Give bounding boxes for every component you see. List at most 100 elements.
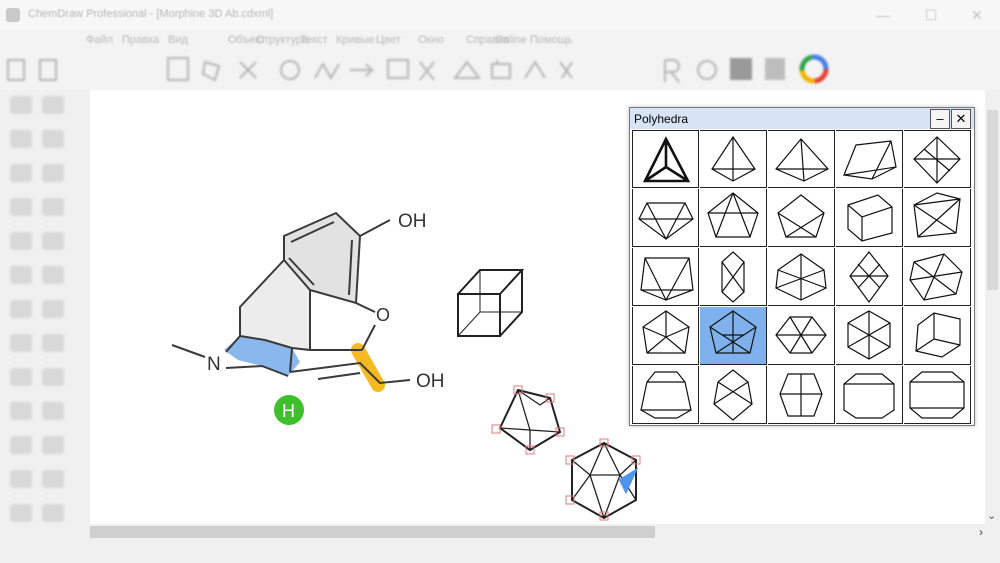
polyhedron-icon (721, 251, 745, 303)
menu-item[interactable]: Цвет (376, 34, 401, 46)
toolbox-tool-button[interactable] (42, 334, 64, 352)
toolbox-tool-button[interactable] (42, 402, 64, 420)
toolbox-tool-button[interactable] (42, 164, 64, 182)
polyhedra-palette: Polyhedra – ✕ (629, 107, 975, 426)
polyhedron-cell[interactable] (904, 189, 971, 247)
scroll-right-arrow[interactable]: › (979, 525, 983, 539)
vertical-scrollbar[interactable]: ⌄ (985, 90, 1000, 524)
menu-item[interactable]: Файл (86, 34, 113, 46)
tool-lasso-icon (524, 60, 546, 79)
polyhedron-cell[interactable] (632, 130, 699, 188)
tool-chain-icon (314, 61, 340, 81)
polyhedron-cell[interactable] (836, 130, 903, 188)
polyhedron-cell[interactable] (836, 248, 903, 306)
tool-gray-box-icon (730, 58, 752, 80)
toolbox-tool-button[interactable] (10, 164, 32, 182)
polyhedron-cell[interactable] (700, 248, 767, 306)
polyhedron-cell[interactable] (836, 307, 903, 365)
toolbox-tool-button[interactable] (42, 96, 64, 114)
polyhedron-cell[interactable] (836, 366, 903, 424)
polyhedra-grid (632, 130, 972, 424)
polyhedra-close-button[interactable]: ✕ (951, 109, 971, 129)
polyhedron-cell[interactable] (768, 307, 835, 365)
tool-open-icon (39, 59, 57, 81)
polyhedron-cell[interactable] (836, 189, 903, 247)
toolbox-tool-button[interactable] (42, 232, 64, 250)
polyhedron-cell[interactable] (904, 130, 971, 188)
horizontal-scroll-thumb[interactable] (90, 526, 655, 538)
toolbox-tool-button[interactable] (10, 232, 32, 250)
menu-item[interactable]: Правка (122, 34, 159, 46)
toolbox-tool-button[interactable] (42, 470, 64, 488)
toolbox-tool-button[interactable] (42, 266, 64, 284)
toolbox-tool-button[interactable] (10, 436, 32, 454)
polyhedron-icon (707, 192, 759, 238)
polyhedron-cell[interactable] (700, 307, 767, 365)
tool-template-icon (491, 60, 511, 79)
toolbox-tool-button[interactable] (10, 368, 32, 386)
maximize-button[interactable]: ☐ (918, 4, 944, 26)
polyhedron-cell[interactable] (768, 130, 835, 188)
close-window-button[interactable]: ✕ (964, 4, 990, 26)
polyhedron-cell[interactable] (904, 248, 971, 306)
toolbox-tool-button[interactable] (10, 334, 32, 352)
polyhedron-cell[interactable] (700, 130, 767, 188)
toolbox-tool-button[interactable] (10, 402, 32, 420)
menu-item[interactable]: Текст (300, 34, 328, 46)
polyhedron-cell[interactable] (768, 248, 835, 306)
toolbox-tool-button[interactable] (10, 266, 32, 284)
tool-lightgray-box-icon (765, 58, 785, 80)
polyhedron-cell[interactable] (632, 248, 699, 306)
toolbox-tool-button[interactable] (42, 300, 64, 318)
tool-eraser-icon (559, 61, 573, 79)
minimize-button[interactable]: — (870, 4, 896, 26)
polyhedron-cell[interactable] (904, 366, 971, 424)
google-icon (799, 54, 829, 84)
polyhedron-shape-b (565, 438, 641, 521)
toolbox-tool-button[interactable] (42, 368, 64, 386)
scroll-down-arrow[interactable]: ⌄ (987, 509, 996, 522)
menu-item[interactable]: Вид (168, 34, 188, 46)
horizontal-scrollbar[interactable]: › (90, 524, 985, 540)
toolbox-tool-button[interactable] (10, 504, 32, 522)
toolbox-tool-button[interactable] (42, 130, 64, 148)
polyhedron-icon (638, 202, 694, 241)
menu-item[interactable]: Окно (418, 34, 444, 46)
o-ring-label: O (376, 305, 390, 325)
toolbox-tool-button[interactable] (10, 130, 32, 148)
toolbox-tool-button[interactable] (10, 300, 32, 318)
polyhedron-cell[interactable] (632, 366, 699, 424)
highlight-orange-bond (351, 343, 385, 392)
toolbox-tool-button[interactable] (10, 96, 32, 114)
polyhedra-title: Polyhedra (634, 112, 689, 126)
tool-save-icon (167, 57, 189, 81)
toolbox-tool-button[interactable] (10, 470, 32, 488)
tool-bond-icon (239, 61, 257, 79)
polyhedron-cell[interactable] (904, 307, 971, 365)
tool-arrow-icon (350, 63, 375, 77)
vertical-scroll-thumb[interactable] (987, 110, 998, 290)
polyhedron-icon (775, 138, 829, 182)
toolbox-tool-button[interactable] (10, 198, 32, 216)
menu-item[interactable]: Кривые (336, 34, 375, 46)
polyhedron-icon (709, 310, 757, 354)
polyhedra-minimize-button[interactable]: – (930, 109, 950, 129)
tool-ring-icon (280, 60, 300, 80)
toolbox-tool-button[interactable] (42, 436, 64, 454)
polyhedron-icon (777, 194, 825, 238)
polyhedron-cell[interactable] (768, 366, 835, 424)
n-atom-label: N (207, 354, 221, 375)
polyhedron-cell[interactable] (632, 189, 699, 247)
toolbox-tool-button[interactable] (42, 198, 64, 216)
toolbox-tool-button[interactable] (42, 504, 64, 522)
drawing-canvas[interactable]: OH O OH N H Polyhedra – ✕ (90, 90, 985, 524)
polyhedron-cell[interactable] (768, 189, 835, 247)
polyhedron-cell[interactable] (700, 366, 767, 424)
polyhedron-cell[interactable] (632, 307, 699, 365)
polyhedron-cell[interactable] (700, 189, 767, 247)
cube-shape (457, 269, 525, 337)
window-title: ChemDraw Professional - [Morphine 3D Ab.… (28, 8, 274, 20)
menu-item[interactable]: Online (495, 34, 527, 46)
menu-item[interactable]: Помощь (530, 34, 573, 46)
polyhedra-titlebar[interactable]: Polyhedra – ✕ (630, 108, 974, 129)
